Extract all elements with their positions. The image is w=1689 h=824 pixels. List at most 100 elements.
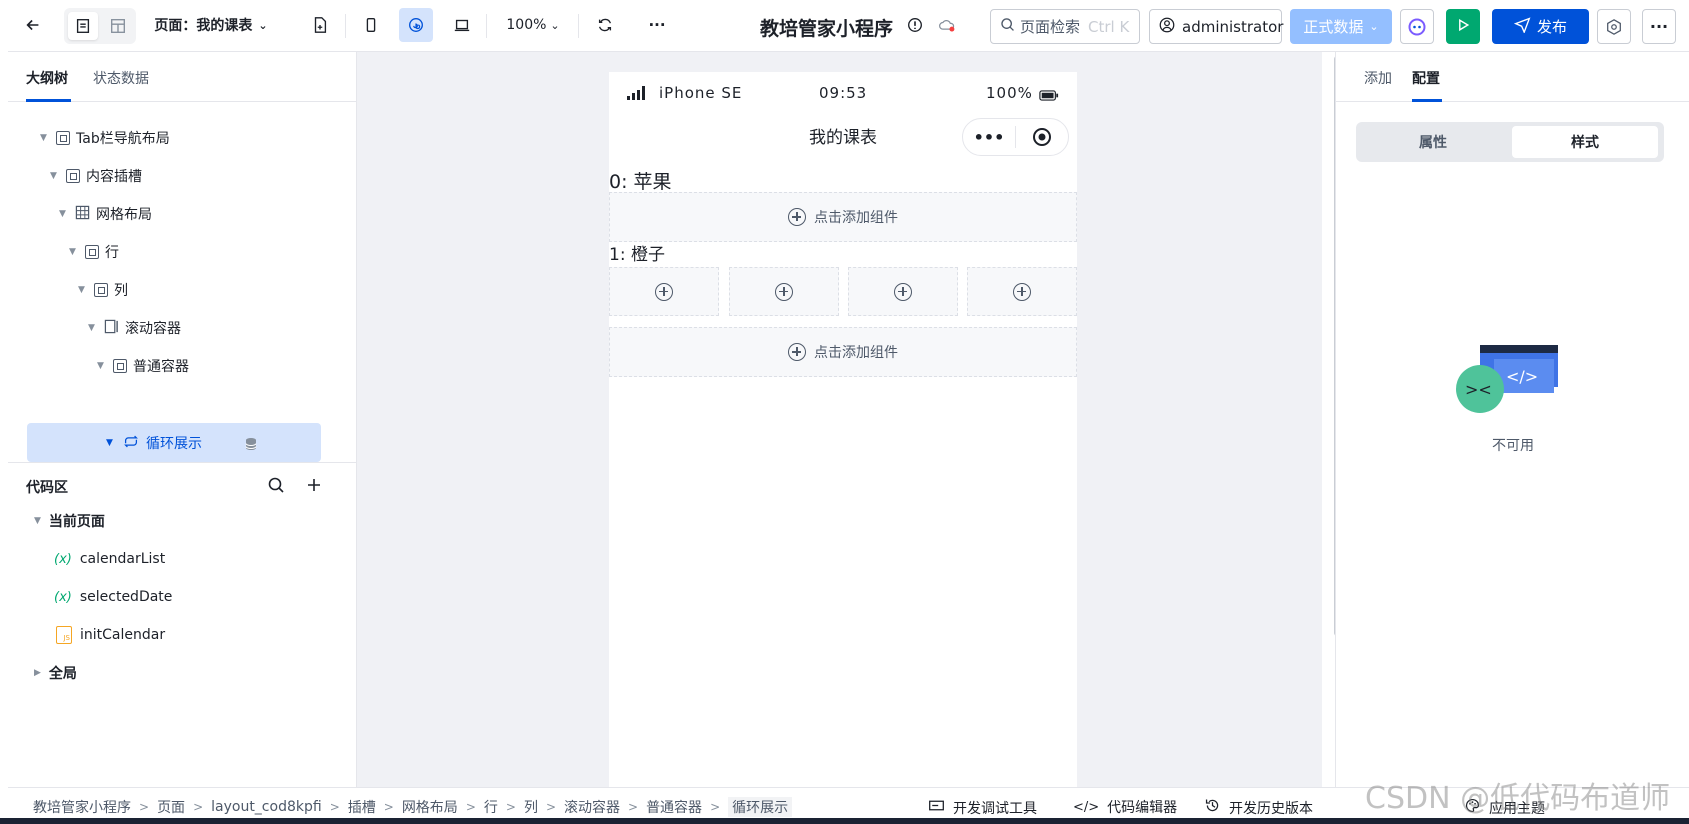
desktop-device-icon[interactable] (445, 8, 479, 42)
layout-view-icon[interactable] (100, 9, 136, 43)
watermark: CSDN @低代码布道师 (1365, 781, 1671, 816)
unavailable-text: 不可用 (1492, 438, 1534, 454)
breadcrumb-item[interactable]: 列 (524, 797, 538, 817)
tree-item-slot[interactable]: ▼ 内容插槽 (50, 156, 142, 196)
code-group-label: 当前页面 (48, 514, 105, 530)
warning-icon[interactable] (902, 8, 928, 42)
top-toolbar: 页面：我的课表 ⌄ 100% ⌄ ··· 教培管家小程序 页面检索 Ctrl K… (8, 0, 1689, 52)
nav-bar: 我的课表 ••• (609, 110, 1077, 162)
tree-item-tabbar[interactable]: ▼ Tab栏导航布局 (40, 118, 170, 158)
add-component-label: 点击添加组件 (814, 345, 898, 361)
code-group-global[interactable]: ▶ 全局 (34, 654, 77, 692)
user-button[interactable]: administrator (1149, 9, 1284, 44)
env-data-dropdown[interactable]: 正式数据 ⌄ (1290, 9, 1392, 44)
page-selector[interactable]: 页面：我的课表 ⌄ (146, 8, 276, 42)
tab-state-data[interactable]: 状态数据 (93, 68, 149, 88)
tree-item-container[interactable]: ▼ 普通容器 (97, 346, 189, 386)
layout-switch (64, 8, 136, 44)
tree-item-grid[interactable]: ▼ 网格布局 (59, 194, 152, 234)
caret-down-icon: ▼ (40, 133, 47, 143)
search-icon[interactable] (266, 475, 286, 499)
page-search-input[interactable]: 页面检索 Ctrl K (990, 9, 1140, 44)
close-circle-icon[interactable] (1016, 127, 1068, 147)
tab-active-indicator (1412, 99, 1442, 102)
plus-circle-icon (775, 282, 793, 301)
container-icon (113, 359, 127, 373)
breadcrumb-item[interactable]: layout_cod8kpfi (211, 799, 322, 815)
capsule-menu[interactable]: ••• (962, 118, 1069, 156)
phone-preview: iPhone SE 09:53 100% 我的课表 ••• 0: 苹果 点击添加… (609, 72, 1077, 787)
grid-cell-slot[interactable] (729, 267, 839, 316)
breadcrumb-item[interactable]: 网格布局 (402, 797, 458, 817)
tree-item-label: 内容插槽 (86, 169, 142, 185)
more-dots-icon[interactable]: ••• (963, 128, 1015, 147)
add-component-zone[interactable]: 点击添加组件 (609, 192, 1077, 242)
caret-down-icon: ▼ (88, 323, 95, 333)
signal-icon (627, 86, 647, 104)
breadcrumb-item[interactable]: 页面 (157, 797, 185, 817)
code-editor-button[interactable]: </> 代码编辑器 (1073, 797, 1177, 817)
caret-down-icon: ▼ (59, 209, 66, 219)
segment-properties[interactable]: 属性 (1360, 126, 1506, 158)
database-icon[interactable] (244, 436, 258, 455)
tab-config[interactable]: 配置 (1412, 68, 1440, 88)
tree-item-label: Tab栏导航布局 (76, 131, 170, 147)
outline-view-icon[interactable] (64, 9, 102, 43)
more-icon[interactable]: ··· (640, 8, 674, 42)
tool-label: 开发历史版本 (1229, 800, 1313, 817)
tab-add[interactable]: 添加 (1364, 68, 1392, 88)
tree-item-label: 滚动容器 (125, 321, 181, 337)
add-component-zone[interactable]: 点击添加组件 (609, 327, 1077, 377)
zoom-selector[interactable]: 100% ⌄ (498, 8, 568, 42)
segment-styles[interactable]: 样式 (1512, 126, 1658, 158)
miniprogram-device-icon[interactable] (399, 8, 433, 42)
settings-icon[interactable] (1597, 9, 1631, 44)
tree-item-row[interactable]: ▼ 行 (69, 232, 119, 272)
tree-item-loop[interactable]: ▼ 循环展示 (106, 423, 202, 463)
search-shortcut: Ctrl K (1088, 17, 1130, 36)
caret-down-icon: ▼ (34, 516, 41, 526)
tab-active-indicator (26, 99, 71, 102)
tab-outline[interactable]: 大纲树 (26, 68, 68, 88)
code-item-calendarlist[interactable]: (x) calendarList (54, 540, 165, 578)
ai-assistant-icon[interactable] (1400, 9, 1434, 44)
svg-text:><: >< (1465, 380, 1492, 399)
variable-icon: (x) (54, 551, 72, 567)
breadcrumb-item[interactable]: 滚动容器 (564, 797, 620, 817)
code-item-selecteddate[interactable]: (x) selectedDate (54, 578, 172, 616)
new-page-icon[interactable] (303, 8, 337, 42)
dev-debug-tool-button[interactable]: 开发调试工具 (928, 797, 1037, 818)
more-menu-icon[interactable]: ··· (1642, 9, 1676, 44)
breadcrumb-item[interactable]: 插槽 (348, 797, 376, 817)
design-canvas: iPhone SE 09:53 100% 我的课表 ••• 0: 苹果 点击添加… (357, 52, 1322, 787)
js-file-icon: JS (56, 626, 72, 644)
breadcrumb-item[interactable]: 教培管家小程序 (33, 797, 131, 817)
breadcrumb-item[interactable]: 行 (484, 797, 498, 817)
tree-item-column[interactable]: ▼ 列 (78, 270, 128, 310)
app-root: 页面：我的课表 ⌄ 100% ⌄ ··· 教培管家小程序 页面检索 Ctrl K… (8, 0, 1689, 824)
run-preview-button[interactable] (1446, 9, 1480, 44)
history-icon (1204, 797, 1221, 818)
publish-button[interactable]: 发布 (1492, 9, 1589, 44)
play-icon (1455, 17, 1471, 37)
grid-cell-slot[interactable] (967, 267, 1077, 316)
left-panel: 大纲树 状态数据 ▼ Tab栏导航布局 ▼ 内容插槽 ▼ 网格布局 ▼ 行 ▼ … (8, 52, 357, 787)
code-group-current[interactable]: ▼ 当前页面 (34, 502, 105, 540)
breadcrumb-item-current[interactable]: 循环展示 (728, 797, 793, 817)
refresh-icon[interactable] (588, 8, 622, 42)
back-icon[interactable] (16, 8, 50, 42)
code-area-title: 代码区 (26, 480, 68, 496)
grid-cell-slot[interactable] (848, 267, 958, 316)
history-version-button[interactable]: 开发历史版本 (1204, 797, 1313, 818)
tree-item-scroll[interactable]: ▼ 滚动容器 (88, 308, 181, 348)
left-tabs: 大纲树 状态数据 (8, 52, 357, 102)
user-name: administrator (1182, 17, 1284, 36)
grid-cell-slot[interactable] (609, 267, 719, 316)
right-panel: 添加 配置 属性 样式 </> >< 不可用 (1335, 52, 1689, 787)
mobile-device-icon[interactable] (354, 8, 388, 42)
cloud-sync-icon[interactable] (932, 8, 962, 42)
code-item-label: calendarList (79, 551, 166, 567)
add-icon[interactable] (304, 475, 324, 499)
code-item-initcalendar[interactable]: JS initCalendar (56, 616, 165, 654)
breadcrumb-item[interactable]: 普通容器 (646, 797, 702, 817)
